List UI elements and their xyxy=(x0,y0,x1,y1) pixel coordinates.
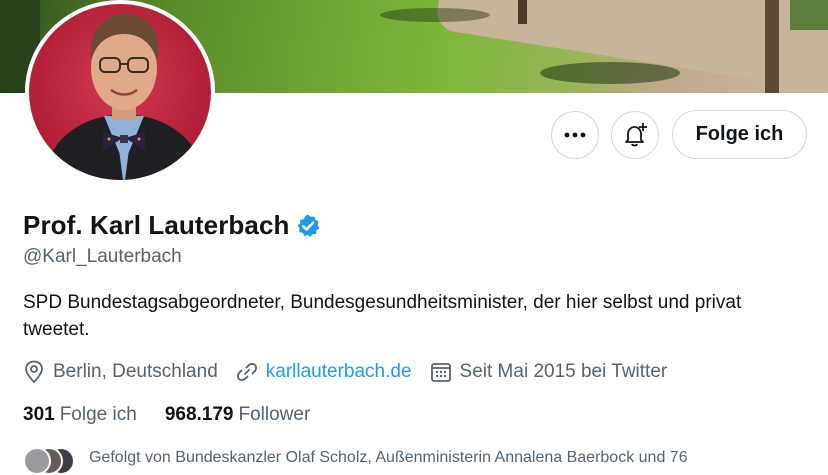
profile-meta: Berlin, Deutschland karllauterbach.de Se… xyxy=(23,360,685,384)
followers-stat[interactable]: 968.179 Follower xyxy=(165,404,311,426)
notify-button[interactable] xyxy=(611,111,659,159)
profile-name: Prof. Karl Lauterbach xyxy=(23,210,290,240)
banner-shadow xyxy=(540,62,680,84)
banner-hedge xyxy=(790,0,828,30)
followers-label: Follower xyxy=(238,404,311,425)
more-icon xyxy=(564,132,586,138)
website-item[interactable]: karllauterbach.de xyxy=(236,361,412,383)
bell-plus-icon xyxy=(625,123,647,147)
profile-avatar[interactable] xyxy=(25,0,215,184)
profile-name-row: Prof. Karl Lauterbach xyxy=(23,210,321,241)
website-link[interactable]: karllauterbach.de xyxy=(266,361,412,383)
more-button[interactable] xyxy=(551,111,599,159)
avatar xyxy=(23,447,51,475)
location-text: Berlin, Deutschland xyxy=(53,361,218,382)
joined-item: Seit Mai 2015 bei Twitter xyxy=(430,361,668,383)
following-stat[interactable]: 301 Folge ich xyxy=(23,404,137,426)
calendar-icon xyxy=(430,363,451,382)
profile-stats: 301 Folge ich 968.179 Follower xyxy=(23,404,338,426)
location-item: Berlin, Deutschland xyxy=(23,360,218,384)
banner-tree xyxy=(765,0,779,93)
link-icon xyxy=(236,363,257,381)
banner-shadow xyxy=(380,8,490,22)
portrait-image xyxy=(40,13,208,180)
verified-badge-icon[interactable] xyxy=(295,213,321,239)
followed-by-text: Gefolgt von Bundeskanzler Olaf Scholz, A… xyxy=(89,449,688,466)
followed-by[interactable]: Gefolgt von Bundeskanzler Olaf Scholz, A… xyxy=(23,447,789,475)
followers-count: 968.179 xyxy=(164,404,234,425)
profile-handle: @Karl_Lauterbach xyxy=(23,246,182,267)
joined-text: Seit Mai 2015 bei Twitter xyxy=(459,361,668,382)
profile-bio: SPD Bundestagsabgeordneter, Bundesgesund… xyxy=(23,292,742,340)
banner-tree xyxy=(518,0,527,24)
following-count: 301 xyxy=(23,404,55,425)
follow-button[interactable]: Folge ich xyxy=(672,110,807,159)
followed-by-avatars xyxy=(23,447,83,475)
following-label: Folge ich xyxy=(59,404,137,425)
location-pin-icon xyxy=(25,360,43,384)
follow-button-label: Folge ich xyxy=(695,123,784,145)
